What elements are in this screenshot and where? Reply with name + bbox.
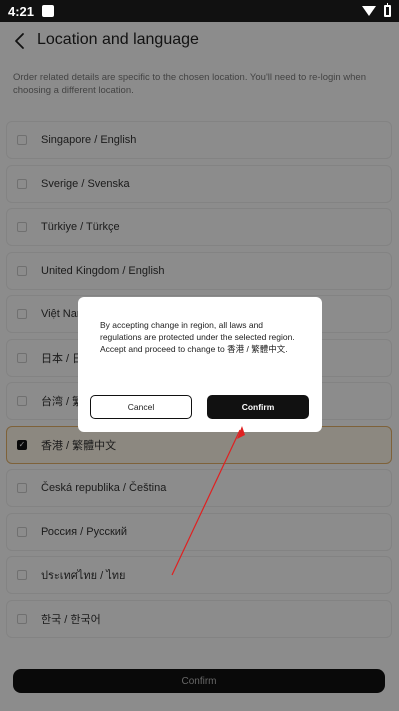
region-change-dialog: By accepting change in region, all laws … — [78, 297, 322, 432]
location-screen: Location and language Order related deta… — [0, 22, 399, 711]
dialog-message: By accepting change in region, all laws … — [100, 320, 295, 354]
battery-icon — [384, 3, 391, 17]
dialog-confirm-button[interactable]: Confirm — [207, 395, 309, 419]
status-time: 4:21 — [8, 3, 35, 19]
notification-icon — [42, 5, 55, 17]
dialog-cancel-button[interactable]: Cancel — [90, 395, 192, 419]
status-icons — [362, 3, 391, 17]
status-bar: 4:21 — [0, 0, 399, 22]
dialog-actions: Cancel Confirm — [90, 395, 309, 419]
wifi-icon — [362, 6, 376, 16]
